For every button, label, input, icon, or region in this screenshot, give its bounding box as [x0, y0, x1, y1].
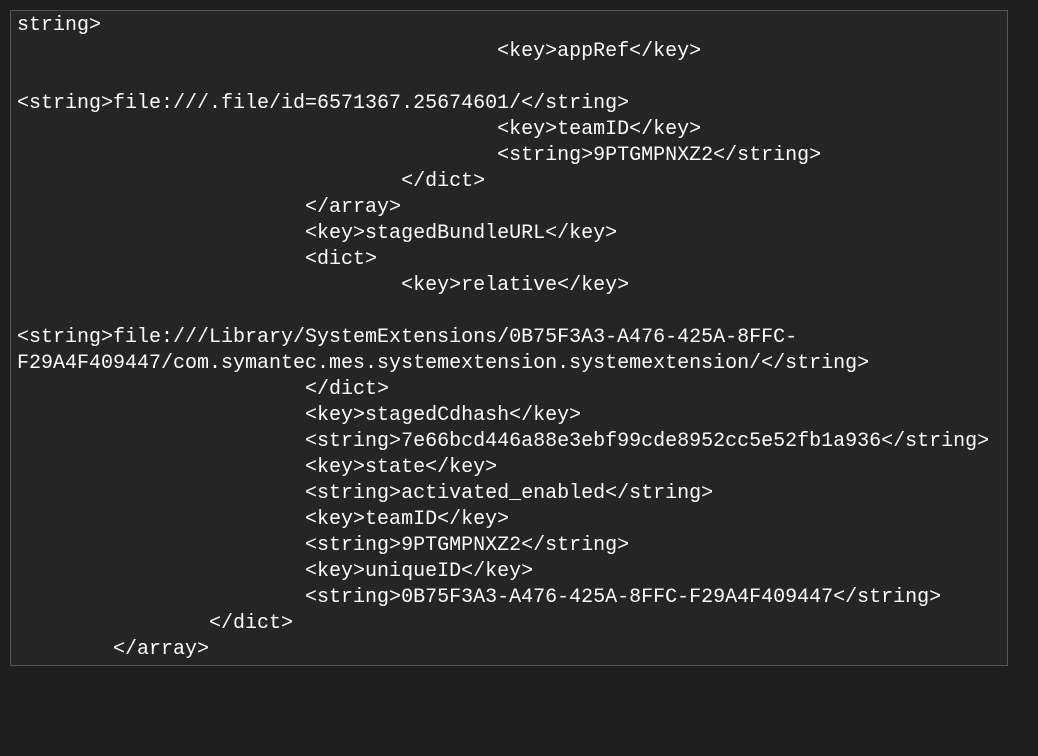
code-line: <key>uniqueID</key>	[17, 559, 1001, 585]
code-line: <key>teamID</key>	[17, 117, 1001, 143]
code-line: <key>relative</key>	[17, 273, 1001, 299]
code-line: <string>9PTGMPNXZ2</string>	[17, 143, 1001, 169]
code-line: <string>activated_enabled</string>	[17, 481, 1001, 507]
code-line: <string>0B75F3A3-A476-425A-8FFC-F29A4F40…	[17, 585, 1001, 611]
code-line: string>	[17, 13, 1001, 39]
code-line: <string>file:///Library/SystemExtensions…	[17, 299, 1001, 377]
code-line: <string>file:///.file/id=6571367.2567460…	[17, 65, 1001, 117]
code-line: </dict>	[17, 169, 1001, 195]
code-line: <key>state</key>	[17, 455, 1001, 481]
code-line: </dict>	[17, 377, 1001, 403]
code-line: <dict>	[17, 247, 1001, 273]
code-line: <string>7e66bcd446a88e3ebf99cde8952cc5e5…	[17, 429, 1001, 455]
code-line: </array>	[17, 637, 1001, 663]
code-line: <key>stagedCdhash</key>	[17, 403, 1001, 429]
code-line: <key>appRef</key>	[17, 39, 1001, 65]
code-line: </array>	[17, 195, 1001, 221]
code-block: string> <key>appRef</key> <string>file:/…	[10, 10, 1008, 666]
code-line: <key>teamID</key>	[17, 507, 1001, 533]
code-line: </dict>	[17, 611, 1001, 637]
code-line: <key>stagedBundleURL</key>	[17, 221, 1001, 247]
code-line: <string>9PTGMPNXZ2</string>	[17, 533, 1001, 559]
